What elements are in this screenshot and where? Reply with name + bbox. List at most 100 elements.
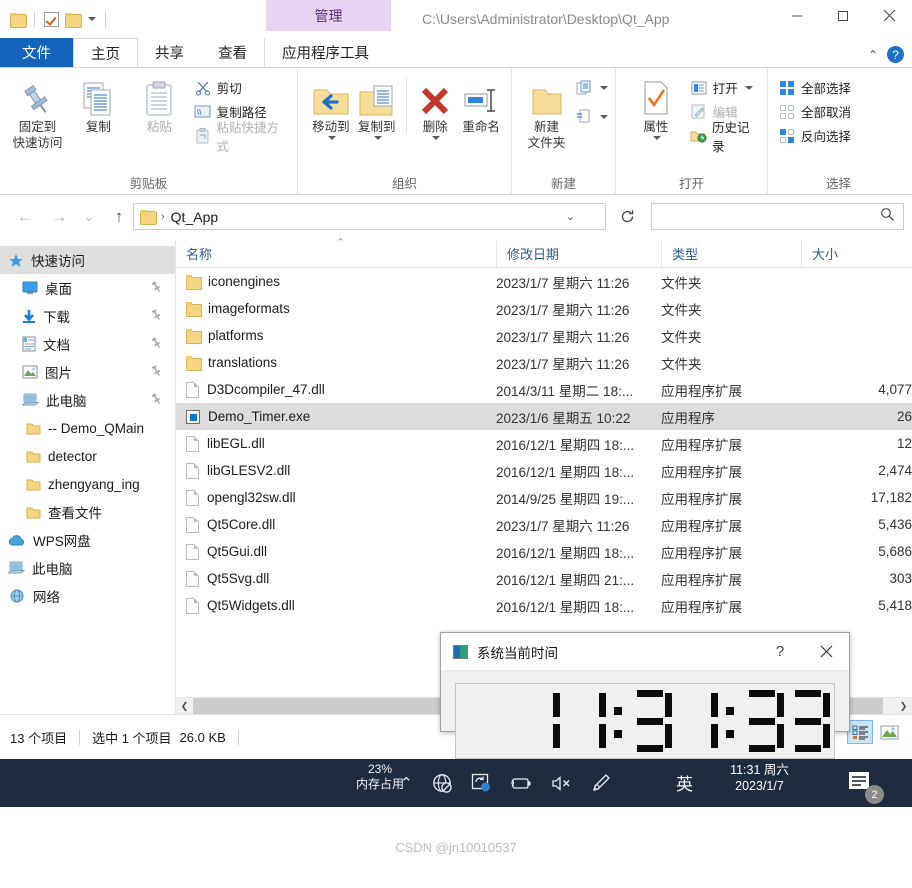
rename-button[interactable]: 重命名: [458, 74, 504, 134]
sidebar-item[interactable]: detector: [0, 442, 176, 470]
sidebar-item[interactable]: 网络: [0, 582, 176, 610]
pen-icon[interactable]: [591, 773, 611, 793]
up-button[interactable]: ↑: [102, 202, 136, 232]
management-context-tab[interactable]: 管理: [266, 0, 391, 31]
volume-mute-icon[interactable]: [551, 775, 573, 792]
paste-shortcut-button[interactable]: 粘贴快捷方式: [194, 121, 290, 154]
scroll-right-arrow-icon[interactable]: ❯: [895, 697, 912, 715]
select-none-button[interactable]: 全部取消: [778, 101, 851, 122]
table-row[interactable]: libEGL.dll 2016/12/1 星期四 18:... 应用程序扩展 12: [176, 430, 912, 457]
pin-icon[interactable]: [151, 336, 162, 352]
taskbar-ime-indicator[interactable]: 英: [676, 770, 693, 795]
close-button[interactable]: [866, 0, 912, 31]
sidebar-item[interactable]: 桌面: [0, 274, 176, 302]
easy-access-chevron-down-icon[interactable]: [600, 114, 608, 119]
table-row[interactable]: Qt5Gui.dll 2016/12/1 星期四 18:... 应用程序扩展 5,68…: [176, 538, 912, 565]
table-row[interactable]: imageformats 2023/1/7 星期六 11:26 文件夹: [176, 295, 912, 322]
column-header-type[interactable]: 类型: [661, 239, 801, 268]
tab-file[interactable]: 文件: [0, 38, 73, 67]
open-chevron-down-icon[interactable]: [744, 85, 753, 90]
table-row[interactable]: Demo_Timer.exe 2023/1/6 星期五 10:22 应用程序 26: [176, 403, 912, 430]
sidebar-item[interactable]: WPS网盘: [0, 526, 176, 554]
table-row[interactable]: libGLESV2.dll 2016/12/1 星期四 18:... 应用程序扩展 2…: [176, 457, 912, 484]
column-header-date[interactable]: 修改日期: [496, 239, 661, 268]
delete-button[interactable]: 删除: [412, 74, 458, 140]
recent-locations-button[interactable]: ⌄: [76, 202, 102, 232]
sidebar-item[interactable]: 文档: [0, 330, 176, 358]
table-row[interactable]: D3Dcompiler_47.dll 2014/3/11 星期二 18:... 应用…: [176, 376, 912, 403]
clock-dialog[interactable]: 系统当前时间 ?: [440, 632, 850, 759]
move-to-chevron-down-icon[interactable]: [327, 136, 336, 140]
table-row[interactable]: translations 2023/1/7 星期六 11:26 文件夹: [176, 349, 912, 376]
back-button[interactable]: ←: [8, 202, 42, 232]
table-row[interactable]: iconengines 2023/1/7 星期六 11:26 文件夹: [176, 268, 912, 295]
select-all-button[interactable]: 全部选择: [778, 77, 851, 98]
pin-icon[interactable]: [151, 308, 162, 324]
action-center-button[interactable]: 2: [848, 770, 884, 804]
dialog-close-button[interactable]: [803, 633, 849, 670]
column-header-size[interactable]: 大小: [801, 239, 912, 268]
address-input[interactable]: › Qt_App ⌄: [133, 203, 606, 230]
thumbnails-view-button[interactable]: [876, 720, 902, 744]
copy-to-chevron-down-icon[interactable]: [373, 136, 382, 140]
forward-button[interactable]: →: [42, 202, 76, 232]
sidebar-item[interactable]: 此电脑: [0, 386, 176, 414]
network-offline-icon[interactable]: [432, 773, 453, 794]
help-icon[interactable]: ?: [887, 46, 904, 63]
battery-icon[interactable]: [510, 775, 533, 791]
delete-label: 删除: [422, 120, 448, 134]
collapse-ribbon-icon[interactable]: ⌃: [868, 48, 878, 62]
pin-icon[interactable]: [151, 364, 162, 380]
paste-button[interactable]: 粘贴: [129, 74, 190, 134]
new-item-button[interactable]: [575, 77, 608, 98]
table-row[interactable]: Qt5Widgets.dll 2016/12/1 星期四 18:... 应用程序扩展…: [176, 592, 912, 619]
sidebar-item[interactable]: 此电脑: [0, 554, 176, 582]
dialog-help-button[interactable]: ?: [757, 633, 803, 670]
taskbar-clock[interactable]: 11:31 周六 2023/1/7: [712, 762, 807, 794]
move-to-button[interactable]: 移动到: [308, 74, 354, 140]
cut-button[interactable]: 剪切: [194, 77, 290, 98]
tab-home[interactable]: 主页: [73, 38, 138, 67]
properties-check-icon[interactable]: [44, 11, 59, 27]
table-row[interactable]: opengl32sw.dll 2014/9/25 星期四 19:... 应用程序扩展…: [176, 484, 912, 511]
history-button[interactable]: 历史记录: [690, 121, 760, 154]
sidebar-item[interactable]: -- Demo_QMain: [0, 414, 176, 442]
new-folder-button[interactable]: 新建 文件夹: [520, 74, 573, 150]
address-chevron-down-icon[interactable]: ⌄: [566, 210, 575, 223]
copy-to-button[interactable]: 复制到: [354, 74, 400, 140]
onedrive-sync-icon[interactable]: [471, 773, 492, 793]
sidebar-item[interactable]: 图片: [0, 358, 176, 386]
tab-view[interactable]: 查看: [201, 38, 264, 67]
properties-chevron-down-icon[interactable]: [652, 136, 661, 140]
search-input[interactable]: [651, 203, 904, 230]
history-icon: [690, 127, 707, 145]
sidebar-item[interactable]: 快速访问: [0, 246, 176, 274]
pin-icon[interactable]: [151, 280, 162, 296]
qat-chevron-down-icon[interactable]: [88, 17, 96, 21]
table-row[interactable]: platforms 2023/1/7 星期六 11:26 文件夹: [176, 322, 912, 349]
easy-access-button[interactable]: [575, 106, 608, 127]
details-view-button[interactable]: [847, 720, 873, 744]
table-row[interactable]: Qt5Svg.dll 2016/12/1 星期四 21:... 应用程序扩展 303: [176, 565, 912, 592]
new-item-chevron-down-icon[interactable]: [600, 85, 608, 90]
scroll-left-arrow-icon[interactable]: ❮: [176, 697, 193, 715]
tab-application-tools[interactable]: 应用程序工具: [264, 38, 386, 67]
table-row[interactable]: Qt5Core.dll 2023/1/7 星期六 11:26 应用程序扩展 5,436: [176, 511, 912, 538]
maximize-button[interactable]: [820, 0, 866, 31]
sidebar-item[interactable]: 查看文件: [0, 498, 176, 526]
new-folder-qat-icon[interactable]: [65, 12, 82, 28]
properties-button[interactable]: 属性: [626, 74, 686, 140]
open-button[interactable]: 打开: [690, 77, 760, 98]
breadcrumb-current[interactable]: Qt_App: [171, 209, 218, 225]
taskbar-show-hidden-icons-button[interactable]: ⌃: [400, 774, 413, 792]
sidebar-item[interactable]: zhengyang_ing: [0, 470, 176, 498]
pin-icon[interactable]: [151, 392, 162, 408]
sidebar-item[interactable]: 下载: [0, 302, 176, 330]
pin-to-quick-access-button[interactable]: 固定到 快速访问: [7, 74, 68, 150]
delete-chevron-down-icon[interactable]: [432, 136, 441, 140]
copy-button[interactable]: 复制: [68, 74, 129, 134]
minimize-button[interactable]: [774, 0, 820, 31]
invert-selection-button[interactable]: 反向选择: [778, 125, 851, 146]
refresh-button[interactable]: [612, 203, 642, 230]
tab-share[interactable]: 共享: [138, 38, 201, 67]
